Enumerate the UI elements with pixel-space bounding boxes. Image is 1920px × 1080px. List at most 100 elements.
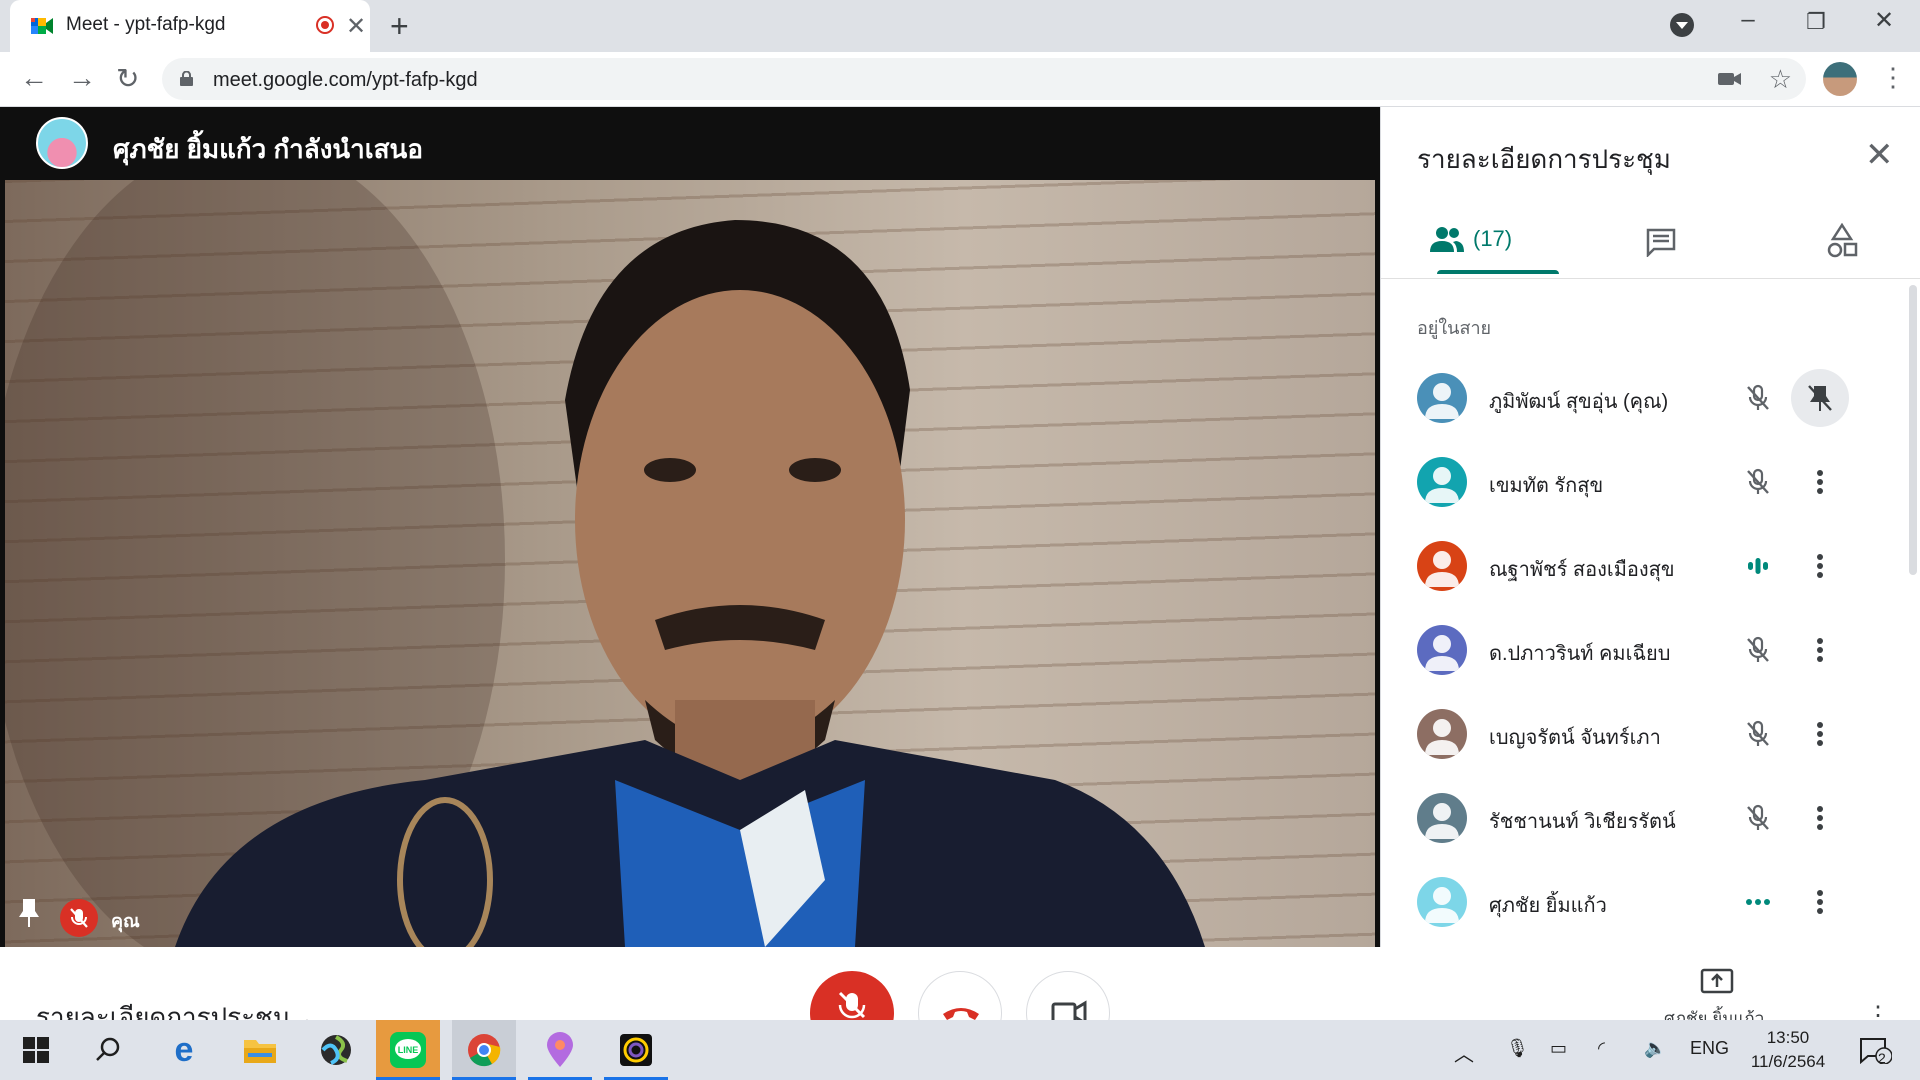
url-text: meet.google.com/ypt-fafp-kgd: [213, 69, 478, 91]
notification-count: 2: [1878, 1050, 1886, 1066]
tray-mic-icon[interactable]: 🎙: [1506, 1038, 1529, 1059]
more-vert-icon[interactable]: [1791, 789, 1849, 847]
address-bar[interactable]: meet.google.com/ypt-fafp-kgd ☆: [162, 58, 1806, 100]
participant-row[interactable]: ภูมิพัฒน์ สุขอุ่น (คุณ): [1381, 356, 1920, 440]
wifi-icon[interactable]: ◜: [1598, 1038, 1605, 1059]
browser-tab[interactable]: Meet - ypt-fafp-kgd ✕: [10, 0, 370, 52]
window-close-icon[interactable]: ✕: [1864, 6, 1904, 35]
forward-icon[interactable]: →: [68, 62, 96, 94]
clock-time: 13:50: [1766, 1028, 1810, 1047]
tab-search-icon[interactable]: [1670, 13, 1694, 37]
participant-avatar: [1417, 793, 1467, 843]
profile-avatar[interactable]: [1823, 62, 1857, 96]
participant-avatar: [1417, 877, 1467, 927]
panel-close-icon[interactable]: ✕: [1865, 135, 1894, 175]
camera-icon: [1051, 1000, 1087, 1020]
line-app-icon: LINE: [390, 1032, 426, 1068]
language-indicator[interactable]: ENG: [1690, 1038, 1729, 1059]
present-screen-icon[interactable]: [1700, 968, 1734, 996]
participant-avatar: [1417, 709, 1467, 759]
start-button[interactable]: [4, 1020, 68, 1080]
presenter-title: ศุภชัย ยิ้มแก้ว กำลังนำเสนอ: [113, 134, 423, 164]
browser-menu-icon[interactable]: ⋮: [1880, 62, 1906, 93]
more-vert-icon[interactable]: [1791, 453, 1849, 511]
mic-off-icon: [1743, 467, 1773, 497]
participant-row[interactable]: ด.ปภาวรินท์ คมเฉียบ: [1381, 608, 1920, 692]
tab-chat[interactable]: [1633, 215, 1693, 275]
clock-date: 11/6/2564: [1750, 1052, 1826, 1071]
leave-call-button[interactable]: [918, 971, 1002, 1020]
participant-name: ณฐาพัชร์ สองเมืองสุข: [1489, 559, 1675, 581]
reload-icon[interactable]: ↻: [116, 62, 139, 95]
more-options-icon[interactable]: ⋮: [1866, 1001, 1890, 1020]
taskbar-edge[interactable]: e: [152, 1020, 216, 1080]
tab-people[interactable]: (17): [1429, 215, 1569, 275]
panel-divider: [1381, 278, 1920, 279]
clock[interactable]: 13:50 11/6/2564: [1746, 1026, 1830, 1074]
meet-favicon-icon: [31, 18, 53, 34]
taskbar-chrome[interactable]: [452, 1020, 516, 1080]
people-icon: [1430, 227, 1464, 252]
volume-icon[interactable]: 🔈: [1644, 1038, 1666, 1059]
notification-center-icon[interactable]: [1858, 1036, 1892, 1064]
taskbar-file-explorer[interactable]: [228, 1020, 292, 1080]
participant-avatar: [1417, 457, 1467, 507]
taskbar-line[interactable]: LINE: [376, 1020, 440, 1080]
presentation-video[interactable]: [5, 180, 1375, 947]
taskbar-maps[interactable]: [528, 1020, 592, 1080]
self-label: คุณ: [111, 911, 140, 931]
folder-icon: [244, 1040, 276, 1063]
participant-row[interactable]: เบญจรัตน์ จันทร์เภา: [1381, 692, 1920, 776]
presenter-avatar: [36, 117, 88, 169]
participant-name: เบญจรัตน์ จันทร์เภา: [1489, 727, 1661, 749]
taskbar-app-green[interactable]: [304, 1020, 368, 1080]
unpin-icon[interactable]: [1791, 369, 1849, 427]
tab-title: Meet - ypt-fafp-kgd: [66, 14, 226, 35]
meeting-details-button[interactable]: รายละเอียดการประชุม: [36, 997, 290, 1020]
app-swirl-icon: [321, 1035, 351, 1065]
back-icon[interactable]: ←: [20, 62, 48, 94]
participant-name: เขมทัต รักสุข: [1489, 475, 1604, 497]
chat-icon: [1646, 228, 1676, 257]
participant-row[interactable]: เขมทัต รักสุข: [1381, 440, 1920, 524]
taskbar-camera-app[interactable]: [604, 1020, 668, 1080]
pin-icon[interactable]: [18, 897, 40, 929]
bookmark-star-icon[interactable]: ☆: [1769, 64, 1792, 95]
tab-close-icon[interactable]: ✕: [346, 12, 366, 41]
more-vert-icon[interactable]: [1791, 873, 1849, 931]
lock-icon: [180, 71, 193, 86]
more-vert-icon[interactable]: [1791, 705, 1849, 763]
participant-row[interactable]: ณฐาพัชร์ สองเมืองสุข: [1381, 524, 1920, 608]
edge-icon: e: [174, 1030, 194, 1069]
camera-app-icon: [620, 1034, 652, 1066]
mic-toggle-button[interactable]: [810, 971, 894, 1020]
people-count: (17): [1473, 226, 1513, 251]
search-icon: [96, 1037, 120, 1061]
participant-name: ศุภชัย ยิ้มแก้ว: [1489, 895, 1607, 917]
tray-overflow-icon[interactable]: ︿: [1454, 1038, 1474, 1067]
participant-name: ภูมิพัฒน์ สุขอุ่น (คุณ): [1489, 391, 1669, 413]
panel-title: รายละเอียดการประชุม: [1417, 144, 1671, 174]
chevron-up-icon[interactable]: ︿: [296, 1001, 318, 1020]
restore-icon[interactable]: ❐: [1796, 9, 1836, 35]
present-label: ศุภชัย ยิ้มแก้ว: [1664, 1009, 1765, 1020]
presenter-bar: ศุภชัย ยิ้มแก้ว กำลังนำเสนอ: [0, 107, 1380, 180]
participant-row[interactable]: รัชชานนท์ วิเชียรรัตน์: [1381, 776, 1920, 860]
more-vert-icon[interactable]: [1791, 537, 1849, 595]
tab-activities[interactable]: [1813, 215, 1873, 275]
map-pin-icon: [547, 1032, 573, 1067]
camera-toggle-button[interactable]: [1026, 971, 1110, 1020]
new-tab-button[interactable]: +: [390, 8, 409, 45]
participant-row[interactable]: ศุภชัย ยิ้มแก้ว: [1381, 860, 1920, 944]
windows-taskbar: e LINE ︿ 🎙 ▭ ◜ 🔈 ENG 13:50 11/6/2564 2: [0, 1020, 1920, 1080]
svg-text:LINE: LINE: [398, 1045, 419, 1055]
webcam-person-image: [5, 180, 1205, 947]
self-muted-badge: [60, 899, 98, 937]
hang-up-icon: [943, 1008, 979, 1020]
minimize-icon[interactable]: –: [1728, 6, 1768, 34]
taskbar-search[interactable]: [76, 1020, 140, 1080]
battery-icon[interactable]: ▭: [1550, 1038, 1567, 1059]
more-vert-icon[interactable]: [1791, 621, 1849, 679]
chrome-icon: [468, 1034, 501, 1067]
camera-in-use-icon[interactable]: [1716, 69, 1744, 89]
